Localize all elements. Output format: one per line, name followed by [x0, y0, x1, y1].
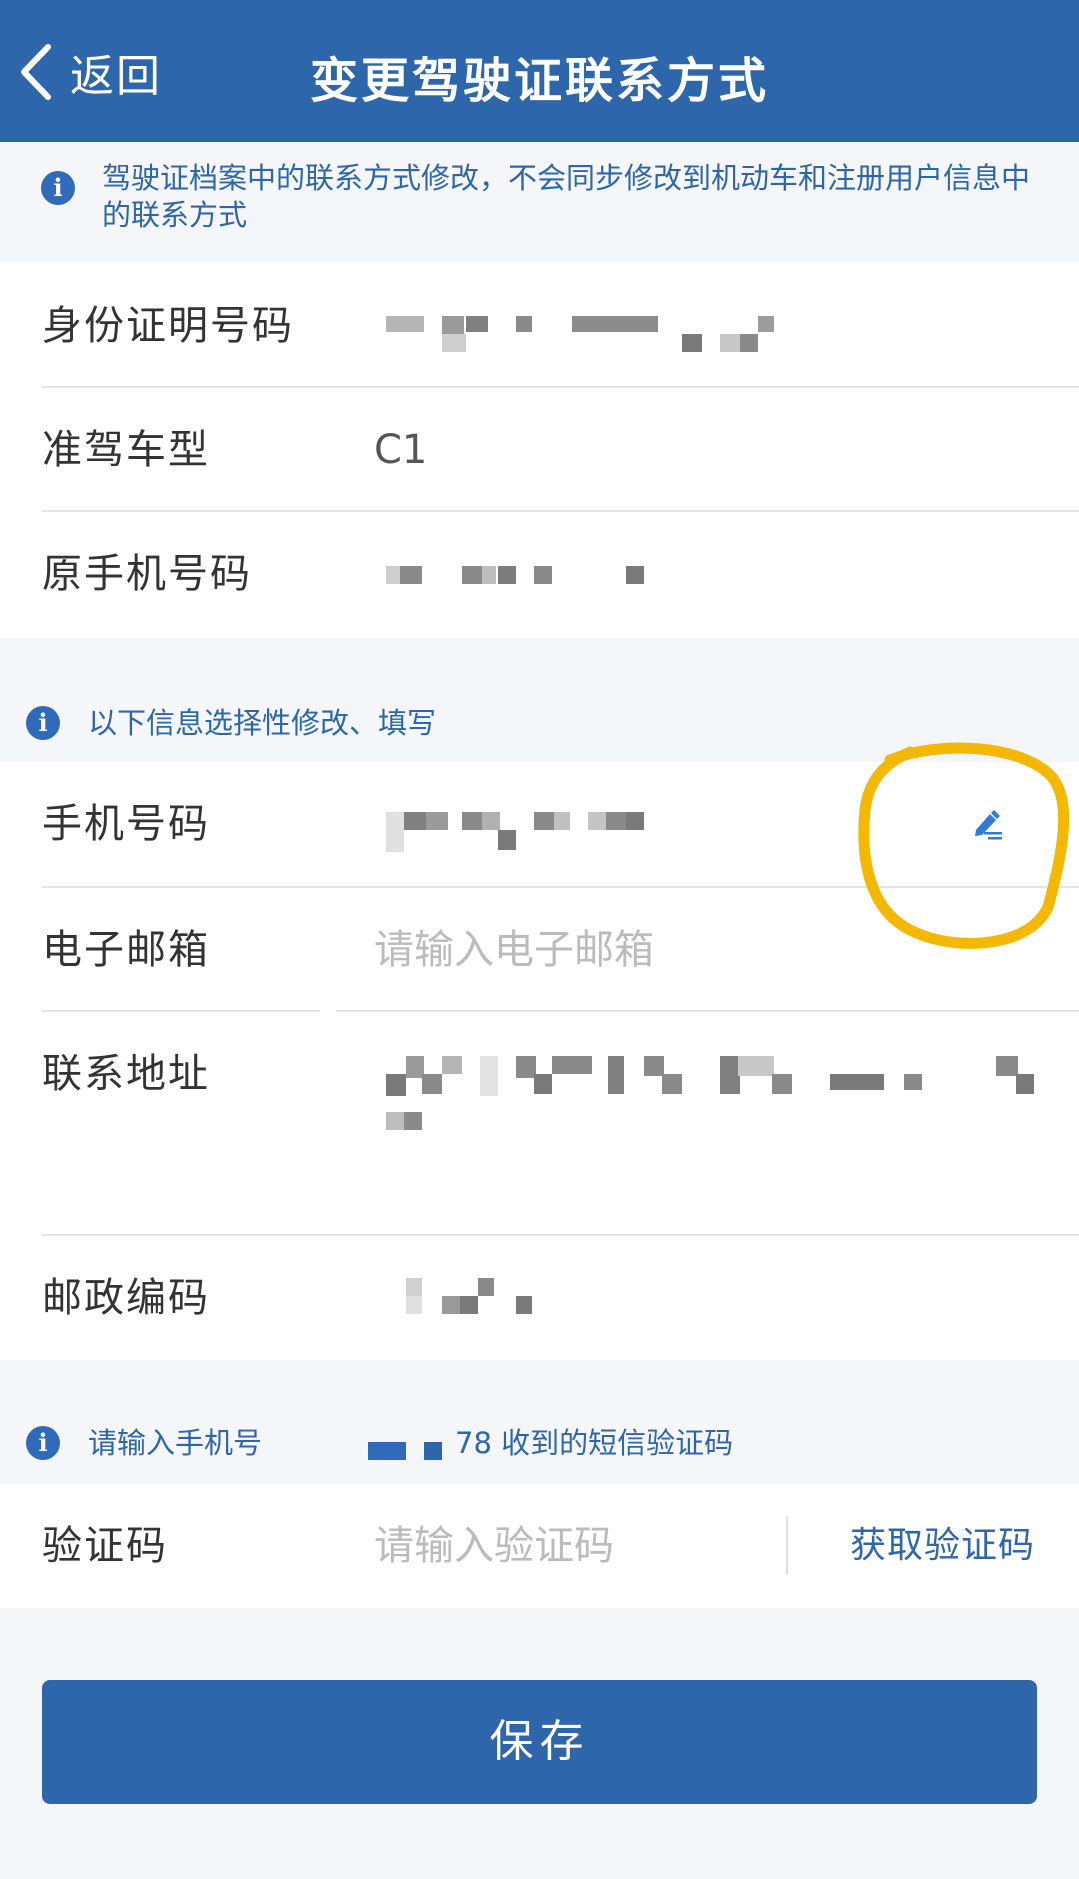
contact-form-card: 手机号码 电子邮箱 请输入电子邮箱 联系地址 邮政编码 [0, 762, 1079, 1360]
get-code-button[interactable]: 获取验证码 [850, 1484, 1035, 1608]
license-class-row: 准驾车型 C1 [0, 388, 1079, 512]
navigation-bar: 返回 变更驾驶证联系方式 [0, 0, 1079, 142]
notice-sms: i 请输入手机号 78 收到的短信验证码 [0, 1360, 1079, 1484]
vertical-divider [786, 1516, 788, 1574]
old-phone-label: 原手机号码 [42, 551, 252, 597]
email-row[interactable]: 电子邮箱 请输入电子邮箱 [0, 888, 1079, 1012]
notice-sms-text-start: 请输入手机号 [88, 1426, 263, 1460]
verification-label: 验证码 [42, 1523, 168, 1569]
id-number-row: 身份证明号码 [0, 264, 1079, 388]
license-info-card: 身份证明号码 准驾车型 C1 原手机号码 [0, 262, 1079, 638]
email-label: 电子邮箱 [42, 927, 210, 973]
phone-label: 手机号码 [42, 801, 210, 847]
old-phone-row: 原手机号码 [0, 512, 1079, 636]
verification-code-input[interactable]: 请输入验证码 [374, 1484, 614, 1608]
verification-card: 验证码 请输入验证码 获取验证码 [0, 1484, 1079, 1608]
id-number-label: 身份证明号码 [42, 303, 294, 349]
postcode-row[interactable]: 邮政编码 [0, 1236, 1079, 1360]
save-button[interactable]: 保存 [42, 1680, 1037, 1804]
notice-optional-text: 以下信息选择性修改、填写 [88, 706, 437, 740]
license-class-value: C1 [374, 427, 428, 473]
notice-sync-warning: i 驾驶证档案中的联系方式修改，不会同步修改到机动车和注册用户信息中的联系方式 [0, 142, 1079, 262]
info-icon: i [26, 706, 60, 740]
address-row[interactable]: 联系地址 [0, 1012, 1079, 1234]
notice-sync-text: 驾驶证档案中的联系方式修改，不会同步修改到机动车和注册用户信息中的联系方式 [102, 161, 1031, 232]
postcode-label: 邮政编码 [42, 1275, 210, 1321]
edit-pencil-icon[interactable] [968, 804, 1008, 844]
info-icon: i [26, 1426, 60, 1460]
address-label: 联系地址 [42, 1051, 210, 1097]
verification-row: 验证码 请输入验证码 获取验证码 [0, 1484, 1079, 1608]
info-icon: i [41, 171, 75, 205]
notice-optional: i 以下信息选择性修改、填写 [0, 660, 1079, 762]
notice-sms-text-end: 78 收到的短信验证码 [455, 1426, 734, 1460]
page-title-text: 变更驾驶证联系方式 [309, 53, 769, 109]
page-title: 变更驾驶证联系方式 [0, 0, 1079, 142]
email-field[interactable]: 请输入电子邮箱 [374, 888, 654, 1012]
phone-row[interactable]: 手机号码 [0, 762, 1079, 886]
license-class-label: 准驾车型 [42, 427, 210, 473]
